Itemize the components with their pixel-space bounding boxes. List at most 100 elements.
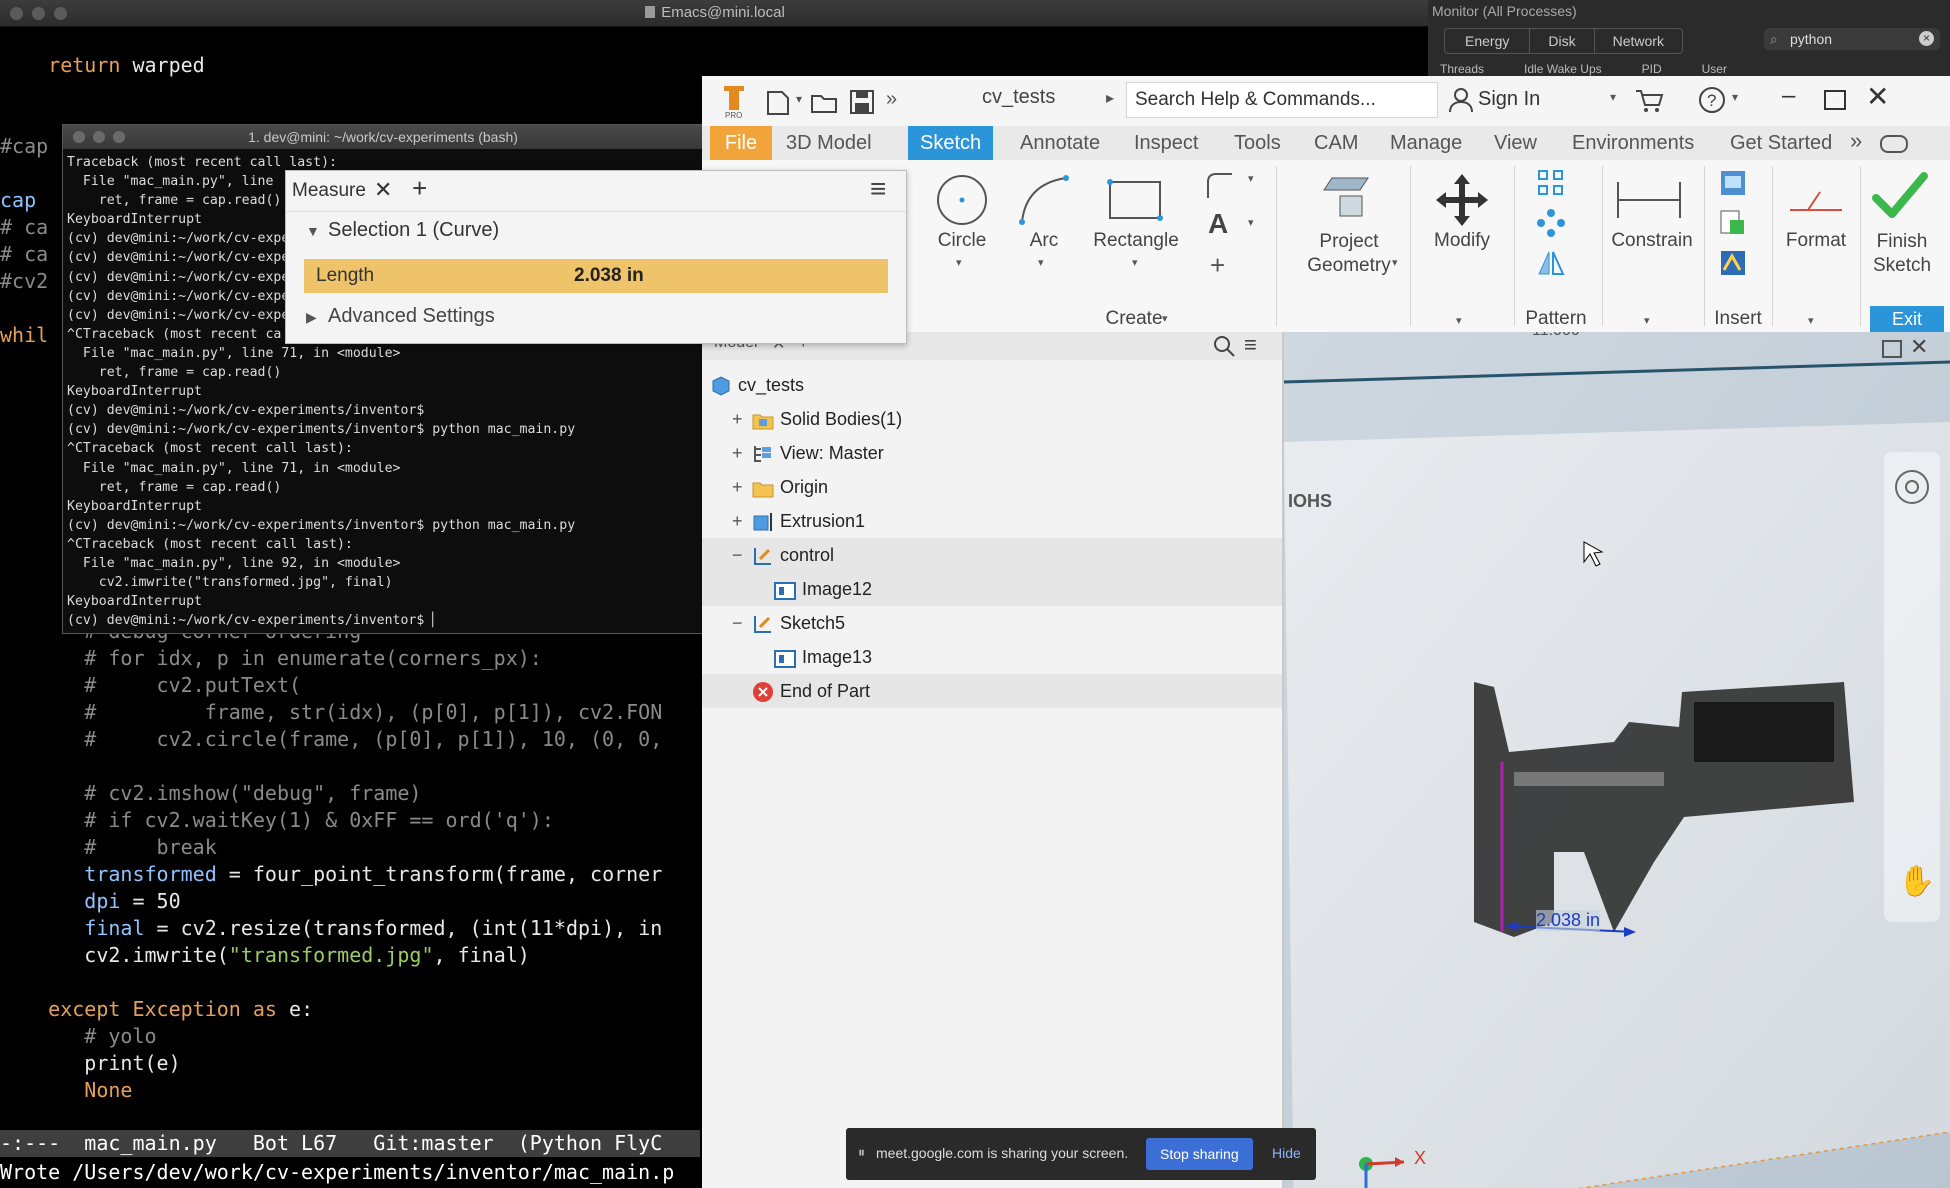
circle-dropdown-icon[interactable]: ▾ (956, 256, 962, 269)
point-tool-icon[interactable]: + (1210, 250, 1225, 281)
tree-item[interactable]: + View: Master (702, 436, 1282, 470)
maximize-view-icon[interactable] (1882, 340, 1902, 358)
insert-autocad-icon[interactable] (1718, 248, 1748, 278)
tab-manage[interactable]: Manage (1378, 126, 1474, 160)
tab-inspect[interactable]: Inspect (1122, 126, 1210, 160)
sign-in-link[interactable]: Sign In (1478, 88, 1540, 111)
emacs-minibuffer[interactable]: Wrote /Users/dev/work/cv-experiments/inv… (0, 1158, 700, 1186)
insert-panel-label[interactable]: Insert (1706, 308, 1770, 330)
arc-dropdown-icon[interactable]: ▾ (1038, 256, 1044, 269)
activity-monitor-window[interactable]: Monitor (All Processes) Energy Disk Netw… (1428, 0, 1950, 78)
cart-icon[interactable] (1634, 88, 1664, 114)
dimension-icon[interactable] (1614, 178, 1684, 222)
arc-tool-label[interactable]: Arc (1008, 230, 1080, 252)
tab-sketch[interactable]: Sketch (908, 126, 994, 160)
circle-tool-icon[interactable] (934, 172, 990, 228)
pattern-panel-label[interactable]: Pattern (1514, 308, 1598, 330)
search-commands-input[interactable]: Search Help & Commands... (1126, 82, 1438, 118)
expand-advanced-icon[interactable]: ▶ (306, 309, 317, 326)
zoom-window-button[interactable] (113, 131, 125, 143)
model-browser[interactable]: Model ✕ + ≡ cv_tests+Solid Bodies(1)+Vie… (702, 332, 1284, 1188)
measure-tab-label[interactable]: Measure (292, 180, 366, 202)
text-tool-icon[interactable]: A (1208, 208, 1228, 240)
tree-item[interactable]: cv_tests (702, 368, 1282, 402)
fillet-tool-icon[interactable] (1202, 168, 1236, 202)
panel-toggle-icon[interactable] (1880, 135, 1908, 153)
browser-menu-icon[interactable]: ≡ (1244, 332, 1257, 358)
tree-item[interactable]: End of Part (702, 674, 1282, 708)
collapse-icon[interactable]: − (732, 538, 743, 572)
rectangle-dropdown-icon[interactable]: ▾ (1132, 256, 1138, 269)
sign-in-dropdown-icon[interactable]: ▾ (1610, 90, 1616, 104)
text-dropdown-icon[interactable]: ▾ (1248, 216, 1254, 229)
tab-cam[interactable]: CAM (1302, 126, 1370, 160)
tree-item[interactable]: Image13 (702, 640, 1282, 674)
close-view-icon[interactable]: ✕ (1910, 334, 1928, 360)
tree-item[interactable]: Image12 (702, 572, 1282, 606)
terminal-titlebar[interactable]: 1. dev@mini: ~/work/cv-experiments (bash… (63, 125, 703, 149)
tree-item[interactable]: − Sketch5 (702, 606, 1282, 640)
modify-label[interactable]: Modify (1420, 230, 1504, 252)
create-panel-dropdown-icon[interactable]: ▾ (1162, 312, 1168, 325)
fillet-dropdown-icon[interactable]: ▾ (1248, 172, 1254, 185)
measure-menu-icon[interactable]: ≡ (870, 173, 886, 205)
new-file-icon[interactable] (764, 90, 792, 116)
clear-search-icon[interactable]: × (1919, 31, 1934, 46)
graphics-canvas[interactable]: IOHS 2.038 in 11.000 X (1284, 332, 1950, 1188)
hide-button[interactable]: Hide (1272, 1145, 1301, 1161)
stop-sharing-button[interactable]: Stop sharing (1146, 1138, 1253, 1170)
expand-icon[interactable]: + (732, 470, 743, 504)
help-dropdown-icon[interactable]: ▾ (1732, 90, 1738, 104)
emacs-titlebar[interactable]: Emacs@mini.local (0, 0, 1430, 27)
help-icon[interactable]: ? (1698, 86, 1726, 114)
project-geometry-dropdown-icon[interactable]: ▾ (1392, 256, 1398, 269)
circular-pattern-icon[interactable] (1536, 208, 1566, 238)
create-panel-label[interactable]: Create (1074, 308, 1194, 330)
advanced-settings-label[interactable]: Advanced Settings (328, 305, 495, 328)
minimize-icon[interactable]: – (1782, 82, 1795, 110)
length-row[interactable]: Length 2.038 in (304, 259, 888, 293)
tab-3d-model[interactable]: 3D Model (774, 126, 884, 160)
tab-energy[interactable]: Energy (1445, 29, 1531, 53)
tab-file[interactable]: File (710, 126, 772, 160)
collapse-selection-icon[interactable]: ▼ (306, 223, 320, 239)
new-dropdown-icon[interactable]: ▾ (796, 92, 802, 106)
mirror-icon[interactable] (1536, 248, 1566, 278)
expand-icon[interactable]: + (732, 402, 743, 436)
modify-dropdown-icon[interactable]: ▾ (1456, 314, 1462, 327)
process-search-field[interactable]: ⌕ python × (1764, 28, 1940, 50)
zoom-window-button[interactable] (54, 7, 67, 20)
tab-view[interactable]: View (1482, 126, 1549, 160)
more-tabs-icon[interactable]: » (1850, 128, 1862, 154)
more-tools-icon[interactable]: » (886, 88, 897, 111)
close-window-button[interactable] (73, 131, 85, 143)
add-tab-icon[interactable]: + (412, 173, 427, 204)
maximize-icon[interactable] (1824, 90, 1846, 110)
project-geometry-label[interactable]: Project Geometry (1302, 230, 1396, 278)
insert-image-icon[interactable] (1718, 168, 1748, 198)
inventor-logo-icon[interactable]: PRO (722, 84, 746, 120)
format-icon[interactable] (1784, 174, 1848, 222)
pan-hand-icon[interactable]: ✋ (1898, 864, 1935, 899)
close-icon[interactable]: ✕ (1866, 80, 1889, 113)
measure-panel[interactable]: Measure ✕ + ≡ ▼ Selection 1 (Curve) Leng… (285, 170, 907, 344)
tab-annotate[interactable]: Annotate (1008, 126, 1112, 160)
tab-tools[interactable]: Tools (1222, 126, 1293, 160)
circle-tool-label[interactable]: Circle (924, 230, 1000, 252)
drag-handle-icon[interactable]: ⏸ (858, 1144, 865, 1161)
tab-get-started[interactable]: Get Started (1718, 126, 1844, 160)
expand-icon[interactable]: + (732, 504, 743, 538)
format-label[interactable]: Format (1776, 230, 1856, 252)
search-icon[interactable] (1212, 334, 1236, 358)
user-icon[interactable] (1448, 86, 1474, 114)
rectangle-tool-icon[interactable] (1104, 176, 1166, 224)
close-window-button[interactable] (10, 7, 23, 20)
tree-item[interactable]: + Origin (702, 470, 1282, 504)
close-measure-icon[interactable]: ✕ (374, 177, 392, 203)
rectangle-tool-label[interactable]: Rectangle (1090, 230, 1182, 252)
tab-environments[interactable]: Environments (1560, 126, 1706, 160)
move-arrows-icon[interactable] (1434, 172, 1490, 228)
save-icon[interactable] (848, 88, 876, 116)
tree-item[interactable]: + Solid Bodies(1) (702, 402, 1282, 436)
constrain-dropdown-icon[interactable]: ▾ (1644, 314, 1650, 327)
